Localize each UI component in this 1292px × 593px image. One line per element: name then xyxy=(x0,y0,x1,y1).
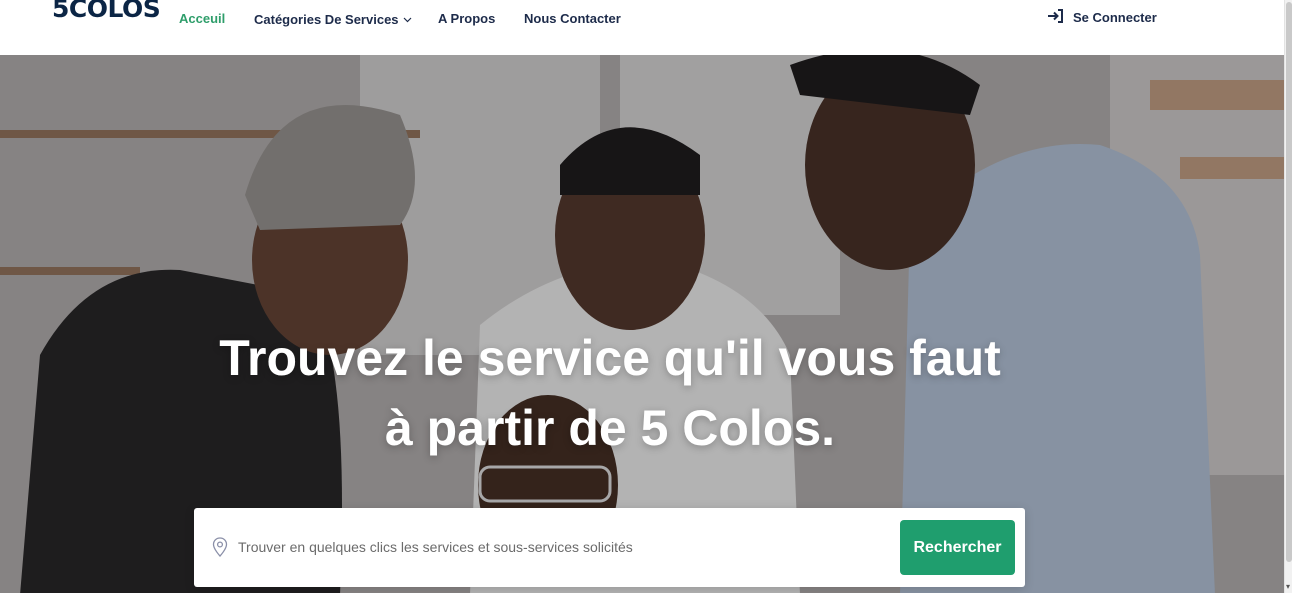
nav-item-a-propos[interactable]: A Propos xyxy=(438,11,495,26)
search-button[interactable]: Rechercher xyxy=(900,520,1015,575)
hero-title-line-1: Trouvez le service qu'il vous faut xyxy=(219,330,1001,386)
search-input[interactable] xyxy=(238,528,888,566)
scrollbar-thumb[interactable] xyxy=(1286,2,1292,562)
hero-title-line-2: à partir de 5 Colos. xyxy=(384,400,836,456)
hero-title: Trouvez le service qu'il vous faut à par… xyxy=(0,323,1220,463)
nav-item-categories[interactable]: Catégories De Services xyxy=(254,11,412,27)
login-label: Se Connecter xyxy=(1073,10,1157,25)
login-link[interactable]: Se Connecter xyxy=(1047,9,1157,26)
sign-in-icon xyxy=(1047,9,1064,26)
search-bar: Rechercher xyxy=(194,508,1025,587)
chevron-down-icon xyxy=(403,11,412,26)
hero-section: Trouvez le service qu'il vous faut à par… xyxy=(0,55,1284,593)
nav-item-accueil[interactable]: Acceuil xyxy=(179,11,225,26)
nav-item-categories-label: Catégories De Services xyxy=(254,12,399,27)
location-pin-icon xyxy=(212,537,228,562)
scroll-down-arrow-icon[interactable]: ▾ xyxy=(1286,582,1290,591)
page-scrollbar[interactable]: ▾ xyxy=(1284,0,1292,593)
site-header: 5COLOS Acceuil Catégories De Services A … xyxy=(0,0,1284,55)
nav-item-contact[interactable]: Nous Contacter xyxy=(524,11,621,26)
